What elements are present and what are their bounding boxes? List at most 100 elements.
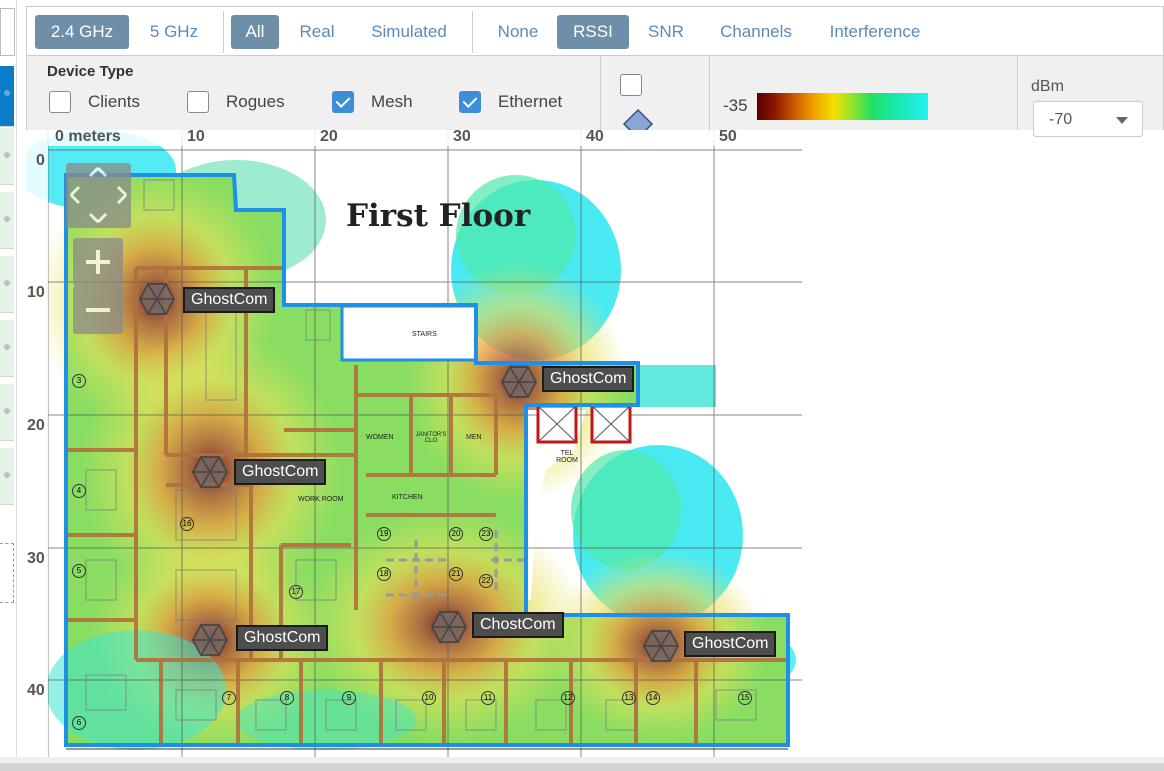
x-tick-label: 40	[586, 130, 604, 145]
x-tick-label: 20	[320, 130, 338, 145]
ap-label: GhostCom	[236, 625, 329, 651]
divider	[472, 11, 473, 53]
room-number: 6	[72, 716, 86, 730]
left-list-item[interactable]	[0, 192, 14, 249]
room-number: 23	[479, 527, 493, 541]
divider	[709, 56, 710, 130]
view-interference-button[interactable]: Interference	[817, 15, 933, 49]
x-tick-label: 10	[187, 130, 205, 145]
room-number: 16	[180, 517, 194, 531]
filter-all-button[interactable]: All	[231, 15, 279, 49]
left-panel-box[interactable]	[0, 8, 15, 56]
room-number: 19	[377, 527, 391, 541]
room-label: STAIRS	[412, 331, 437, 338]
options-panel: Device Type Clients Rogues Mesh Ethernet…	[26, 56, 1164, 137]
y-tick-label: 0	[36, 152, 45, 169]
hexagon-mesh-icon	[191, 456, 229, 488]
ethernet-checkbox[interactable]	[459, 91, 481, 113]
x-tick-label: 0 meters	[55, 130, 121, 145]
y-tick-label: 20	[27, 417, 45, 434]
hexagon-mesh-icon	[138, 283, 176, 315]
room-number: 13	[622, 691, 636, 705]
room-number: 4	[72, 484, 86, 498]
floor-title: First Floor	[346, 198, 531, 234]
clients-label: Clients	[88, 92, 140, 111]
y-tick-label: 40	[27, 682, 45, 699]
filter-real-button[interactable]: Real	[289, 15, 345, 49]
threshold-select[interactable]: -70	[1033, 101, 1143, 137]
diamond-icon	[622, 108, 654, 130]
extra-option-checkbox[interactable]	[620, 74, 642, 96]
room-number: 21	[449, 567, 463, 581]
room-number: 3	[72, 374, 86, 388]
room-number: 10	[422, 691, 436, 705]
horizontal-scrollbar[interactable]	[0, 763, 1164, 771]
room-number: 14	[646, 691, 660, 705]
room-number: 11	[481, 691, 495, 705]
ap-label: ChostCom	[472, 612, 564, 638]
mesh-label: Mesh	[371, 92, 413, 111]
scale-min-value: -35	[723, 96, 748, 115]
clients-checkbox[interactable]	[49, 91, 71, 113]
pan-control[interactable]	[66, 163, 131, 228]
view-toolbar: 2.4 GHz 5 GHz All Real Simulated None RS…	[26, 6, 1164, 56]
map-controls	[66, 163, 131, 334]
band-5ghz-button[interactable]: 5 GHz	[135, 15, 213, 49]
chevron-down-icon	[1116, 117, 1128, 124]
band-24ghz-button[interactable]: 2.4 GHz	[35, 15, 129, 49]
divider	[223, 11, 224, 53]
ap-label: GhostCom	[542, 366, 635, 392]
left-list-item[interactable]	[0, 256, 14, 313]
dbm-label: dBm	[1031, 78, 1064, 95]
floor-map[interactable]: 0 meters 10 20 30 40 50 0 10 20 30 40 Fi…	[26, 130, 802, 758]
room-label: WORK ROOM	[298, 496, 344, 503]
y-tick-label: 30	[27, 550, 45, 567]
threshold-value: -70	[1049, 111, 1073, 128]
room-number: 9	[342, 691, 356, 705]
x-tick-label: 50	[719, 130, 737, 145]
x-tick-label: 30	[453, 130, 471, 145]
view-rssi-button[interactable]: RSSI	[557, 15, 629, 49]
room-number: 15	[738, 691, 752, 705]
room-number: 22	[479, 574, 493, 588]
filter-simulated-button[interactable]: Simulated	[357, 15, 461, 49]
ap-label: GhostCom	[234, 459, 327, 485]
hexagon-mesh-icon	[191, 624, 229, 656]
ap-label: GhostCom	[684, 631, 777, 657]
view-snr-button[interactable]: SNR	[635, 15, 697, 49]
room-number: 20	[449, 527, 463, 541]
room-number: 12	[561, 691, 575, 705]
left-list-item[interactable]	[0, 448, 14, 505]
room-label: JANITOR'S CLO	[415, 432, 447, 444]
ap-label: GhostCom	[183, 287, 276, 313]
left-list-item[interactable]	[0, 128, 14, 185]
rogues-label: Rogues	[226, 92, 285, 111]
y-tick-label: 10	[27, 284, 45, 301]
divider	[600, 56, 601, 130]
room-number: 8	[280, 691, 294, 705]
room-label: MEN	[466, 434, 482, 441]
hexagon-mesh-icon	[430, 611, 468, 643]
room-label: KITCHEN	[392, 494, 423, 501]
rssi-color-scale	[757, 93, 928, 120]
room-number: 18	[377, 567, 391, 581]
hexagon-mesh-icon	[500, 366, 538, 398]
divider	[1017, 56, 1018, 130]
view-channels-button[interactable]: Channels	[707, 15, 805, 49]
device-type-title: Device Type	[47, 63, 134, 80]
room-number: 7	[222, 691, 236, 705]
left-list-item[interactable]	[0, 384, 14, 441]
left-panel-strip	[0, 0, 17, 771]
rogues-checkbox[interactable]	[187, 91, 209, 113]
mesh-checkbox[interactable]	[332, 91, 354, 113]
left-list-item[interactable]	[0, 320, 14, 377]
room-label: TEL ROOM	[556, 450, 578, 464]
room-number: 5	[72, 564, 86, 578]
left-drop-zone	[0, 543, 14, 603]
hexagon-mesh-icon	[642, 630, 680, 662]
room-label: WOMEN	[366, 434, 394, 441]
room-number: 17	[289, 585, 303, 599]
view-none-button[interactable]: None	[485, 15, 551, 49]
left-list-item-selected[interactable]	[0, 66, 14, 127]
ethernet-label: Ethernet	[498, 92, 563, 111]
